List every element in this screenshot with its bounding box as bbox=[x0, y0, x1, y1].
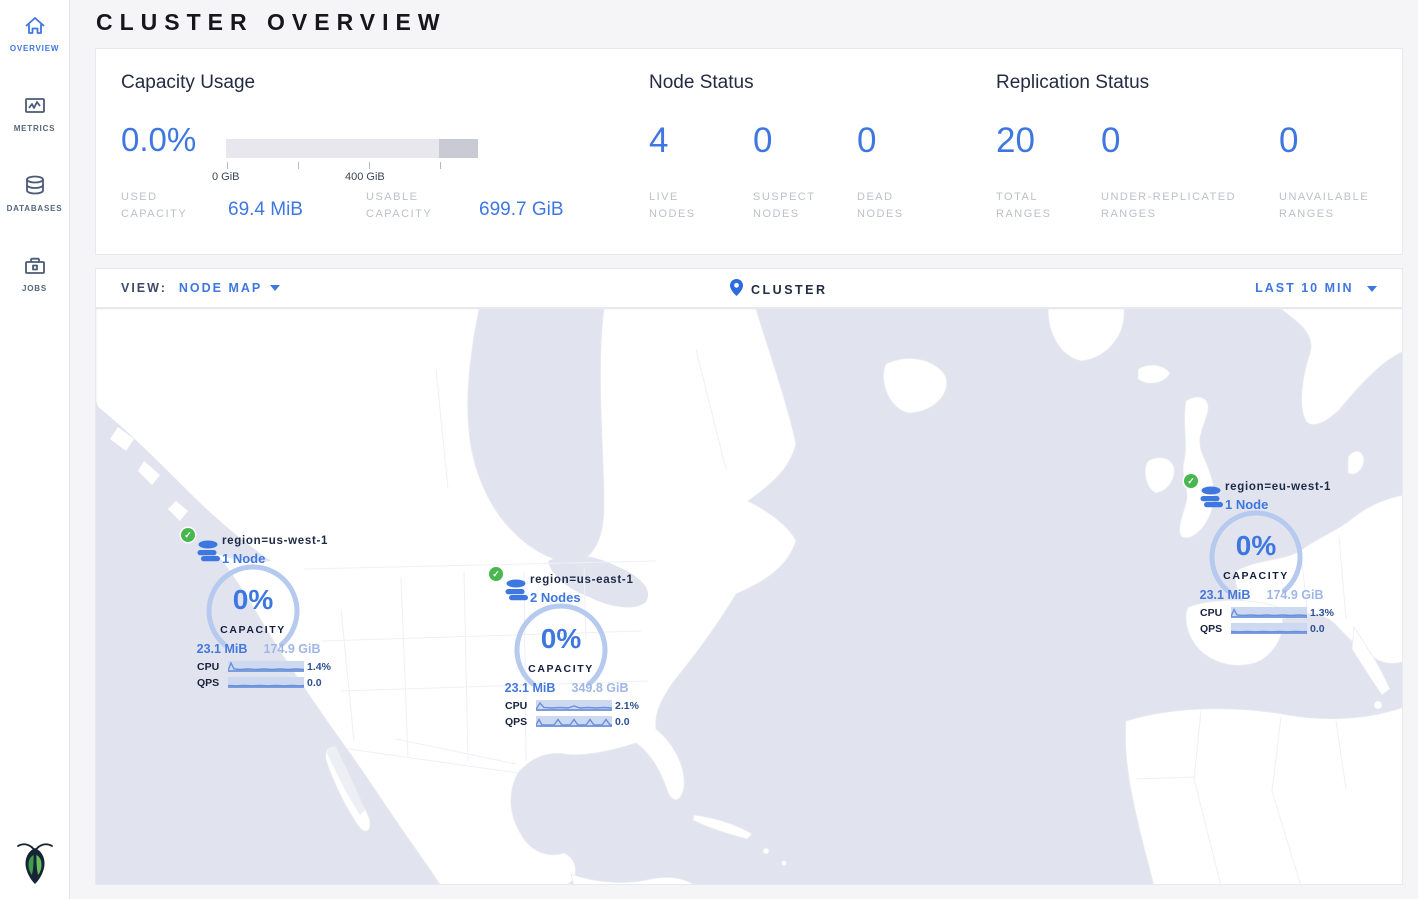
live-nodes-label: LIVE NODES bbox=[649, 189, 729, 223]
cockroachdb-logo bbox=[16, 840, 54, 891]
node-map-panel: ✓ region=us-west-1 1 Node 0% CAPACITY 23… bbox=[95, 308, 1403, 885]
qps-value: 0.0 bbox=[307, 677, 322, 689]
capacity-tick bbox=[369, 162, 370, 169]
qps-value: 0.0 bbox=[1310, 623, 1325, 635]
metrics-icon bbox=[0, 93, 69, 119]
total-capacity: 349.8 GiB bbox=[563, 681, 637, 695]
qps-label: QPS bbox=[1200, 623, 1230, 635]
node-marker-eu-west-1[interactable]: ✓ region=eu-west-1 1 Node 0% CAPACITY 23… bbox=[1184, 474, 1344, 636]
under-replicated-value: 0 bbox=[1101, 121, 1120, 161]
total-capacity: 174.9 GiB bbox=[255, 642, 329, 656]
unavailable-ranges-value: 0 bbox=[1279, 121, 1298, 161]
suspect-nodes-value: 0 bbox=[753, 121, 772, 161]
healthy-check-icon: ✓ bbox=[181, 528, 195, 542]
usable-capacity-value: 699.7 GiB bbox=[479, 199, 564, 221]
sidebar-item-jobs[interactable]: JOBS bbox=[0, 253, 69, 293]
sidebar-item-label: METRICS bbox=[0, 124, 69, 133]
view-selector[interactable]: NODE MAP bbox=[179, 281, 262, 295]
databases-icon bbox=[0, 173, 69, 199]
sidebar-item-databases[interactable]: DATABASES bbox=[0, 173, 69, 213]
capacity-label: CAPACITY bbox=[506, 663, 616, 675]
breadcrumb-cluster: CLUSTER bbox=[751, 283, 828, 297]
total-capacity: 174.9 GiB bbox=[1258, 588, 1332, 602]
capacity-bar-reserved-segment bbox=[439, 139, 478, 158]
capacity-percent: 0.0% bbox=[121, 121, 196, 159]
home-icon bbox=[0, 13, 69, 39]
live-nodes-value: 4 bbox=[649, 121, 668, 161]
chevron-down-icon[interactable] bbox=[270, 285, 280, 291]
capacity-percent: 0% bbox=[506, 623, 616, 655]
total-ranges-label: TOTAL RANGES bbox=[996, 189, 1071, 223]
view-label: VIEW: bbox=[121, 281, 167, 295]
healthy-check-icon: ✓ bbox=[489, 567, 503, 581]
cpu-sparkline bbox=[1231, 607, 1307, 618]
capacity-tick-label: 400 GiB bbox=[345, 171, 405, 183]
node-marker-us-east-1[interactable]: ✓ region=us-east-1 2 Nodes 0% CAPACITY 2… bbox=[489, 567, 649, 729]
summary-panel: Capacity Usage 0.0% 0 GiB 400 GiB USED C… bbox=[95, 48, 1403, 255]
under-replicated-label: UNDER-REPLICATED RANGES bbox=[1101, 189, 1261, 223]
healthy-check-icon: ✓ bbox=[1184, 474, 1198, 488]
cpu-label: CPU bbox=[505, 700, 535, 712]
capacity-percent: 0% bbox=[198, 584, 308, 616]
region-label: region=us-west-1 bbox=[222, 535, 328, 547]
cpu-label: CPU bbox=[1200, 607, 1230, 619]
sidebar-item-metrics[interactable]: METRICS bbox=[0, 93, 69, 133]
sidebar: OVERVIEW METRICS DATABASES JOBS bbox=[0, 0, 70, 899]
region-label: region=eu-west-1 bbox=[1225, 481, 1331, 493]
usable-capacity-label: USABLE CAPACITY bbox=[366, 189, 461, 223]
capacity-tick bbox=[227, 162, 228, 169]
page-title: CLUSTER OVERVIEW bbox=[96, 9, 447, 36]
sidebar-item-label: DATABASES bbox=[0, 204, 69, 213]
cpu-sparkline bbox=[228, 661, 304, 672]
qps-sparkline bbox=[228, 677, 304, 688]
capacity-label: CAPACITY bbox=[198, 624, 308, 636]
qps-value: 0.0 bbox=[615, 716, 630, 728]
qps-sparkline bbox=[536, 716, 612, 727]
cpu-label: CPU bbox=[197, 661, 227, 673]
region-label: region=us-east-1 bbox=[530, 574, 634, 586]
used-capacity: 23.1 MiB bbox=[499, 681, 561, 695]
suspect-nodes-label: SUSPECT NODES bbox=[753, 189, 838, 223]
used-capacity-value: 69.4 MiB bbox=[228, 199, 303, 221]
used-capacity: 23.1 MiB bbox=[191, 642, 253, 656]
jobs-icon bbox=[0, 253, 69, 279]
capacity-bar bbox=[226, 139, 478, 158]
used-capacity-label: USED CAPACITY bbox=[121, 189, 211, 223]
qps-label: QPS bbox=[505, 716, 535, 728]
cpu-value: 2.1% bbox=[615, 700, 639, 712]
sidebar-item-label: JOBS bbox=[0, 284, 69, 293]
time-range-value[interactable]: LAST 10 MIN bbox=[1255, 281, 1353, 295]
total-ranges-value: 20 bbox=[996, 121, 1035, 161]
node-marker-us-west-1[interactable]: ✓ region=us-west-1 1 Node 0% CAPACITY 23… bbox=[181, 528, 341, 690]
capacity-tick-label: 0 GiB bbox=[212, 171, 272, 183]
capacity-percent: 0% bbox=[1201, 530, 1311, 562]
qps-sparkline bbox=[1231, 623, 1307, 634]
cpu-value: 1.4% bbox=[307, 661, 331, 673]
replication-status-title: Replication Status bbox=[996, 72, 1149, 94]
capacity-tick bbox=[440, 162, 441, 169]
sidebar-item-label: OVERVIEW bbox=[0, 44, 69, 53]
cpu-value: 1.3% bbox=[1310, 607, 1334, 619]
capacity-label: CAPACITY bbox=[1201, 570, 1311, 582]
main-content: CLUSTER OVERVIEW Capacity Usage 0.0% 0 G… bbox=[71, 0, 1418, 899]
sidebar-item-overview[interactable]: OVERVIEW bbox=[0, 13, 69, 53]
node-status-title: Node Status bbox=[649, 72, 754, 94]
dead-nodes-value: 0 bbox=[857, 121, 876, 161]
chevron-down-icon[interactable] bbox=[1367, 286, 1377, 292]
time-range-selector[interactable]: LAST 10 MIN bbox=[1255, 281, 1377, 295]
map-pin-icon bbox=[730, 279, 743, 301]
used-capacity: 23.1 MiB bbox=[1194, 588, 1256, 602]
unavailable-ranges-label: UNAVAILABLE RANGES bbox=[1279, 189, 1394, 223]
cpu-sparkline bbox=[536, 700, 612, 711]
dead-nodes-label: DEAD NODES bbox=[857, 189, 927, 223]
capacity-usage-title: Capacity Usage bbox=[121, 72, 255, 94]
qps-label: QPS bbox=[197, 677, 227, 689]
view-bar: VIEW: NODE MAP CLUSTER LAST 10 MIN bbox=[95, 268, 1403, 308]
capacity-tick bbox=[298, 162, 299, 169]
